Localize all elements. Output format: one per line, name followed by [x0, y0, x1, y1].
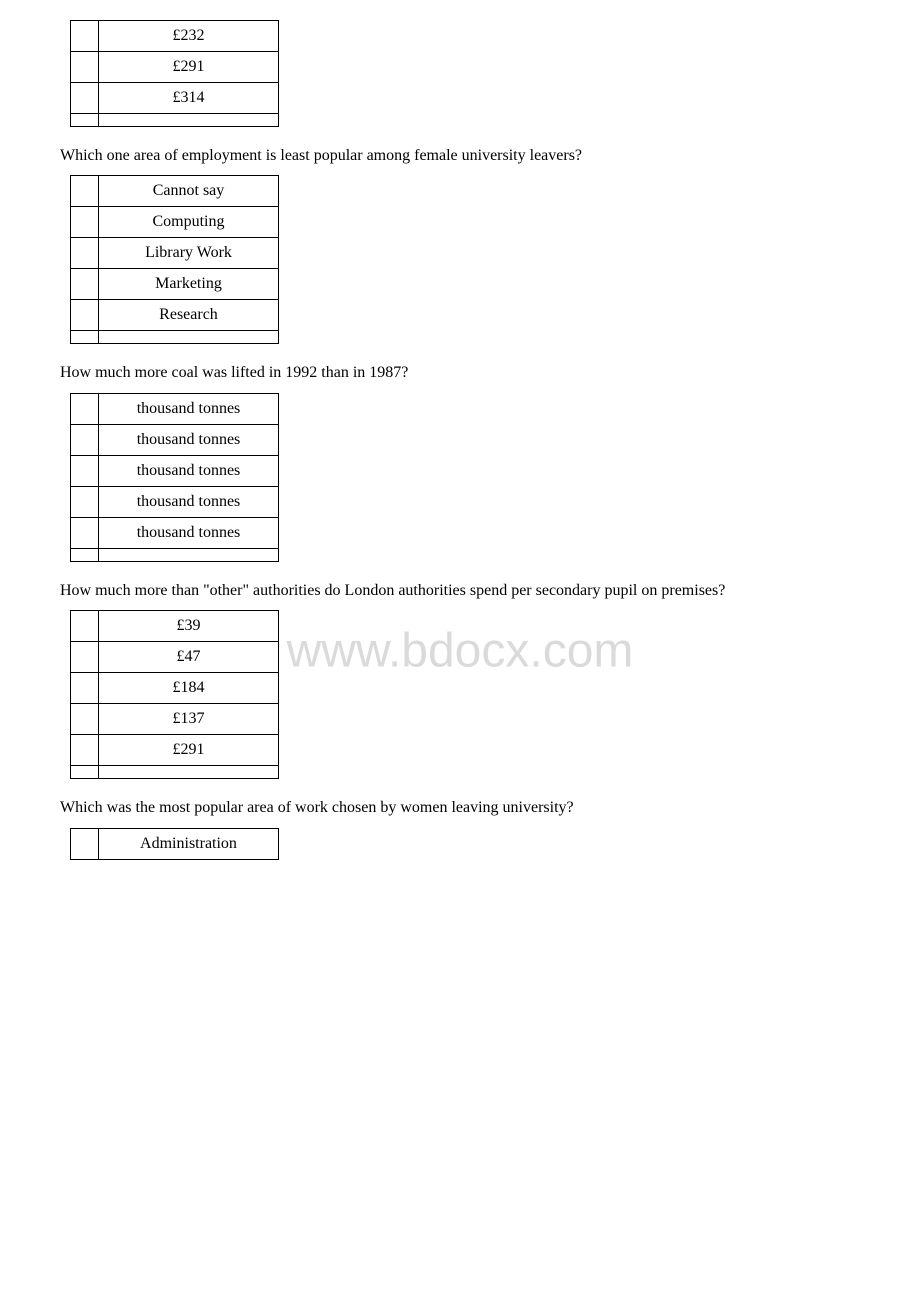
- answer-cell: £184: [99, 673, 279, 704]
- table-row: £291: [71, 52, 279, 83]
- table-row: Library Work: [71, 238, 279, 269]
- radio-cell[interactable]: [71, 611, 99, 642]
- table-row: thousand tonnes: [71, 455, 279, 486]
- section-5: Which was the most popular area of work …: [60, 797, 860, 859]
- radio-cell[interactable]: [71, 486, 99, 517]
- radio-cell[interactable]: [71, 548, 99, 561]
- answer-cell: £314: [99, 83, 279, 114]
- section-1: £232£291£314: [60, 20, 860, 127]
- table-row: Administration: [71, 828, 279, 859]
- radio-cell[interactable]: [71, 704, 99, 735]
- radio-cell[interactable]: [71, 238, 99, 269]
- radio-cell[interactable]: [71, 393, 99, 424]
- answer-cell: [99, 548, 279, 561]
- answer-table-2: Cannot sayComputingLibrary WorkMarketing…: [70, 175, 279, 344]
- answer-cell: Library Work: [99, 238, 279, 269]
- answer-cell: Administration: [99, 828, 279, 859]
- radio-cell[interactable]: [71, 642, 99, 673]
- table-row: Computing: [71, 207, 279, 238]
- answer-cell: thousand tonnes: [99, 455, 279, 486]
- answer-cell: [99, 766, 279, 779]
- answer-cell: [99, 331, 279, 344]
- answer-table-3: thousand tonnesthousand tonnesthousand t…: [70, 393, 279, 562]
- question-2: Which one area of employment is least po…: [60, 145, 860, 167]
- radio-cell[interactable]: [71, 83, 99, 114]
- table-row: [71, 766, 279, 779]
- radio-cell[interactable]: [71, 176, 99, 207]
- table-row: thousand tonnes: [71, 424, 279, 455]
- radio-cell[interactable]: [71, 455, 99, 486]
- table-row: £232: [71, 21, 279, 52]
- answer-cell: £291: [99, 735, 279, 766]
- radio-cell[interactable]: [71, 300, 99, 331]
- section-2: Which one area of employment is least po…: [60, 145, 860, 344]
- radio-cell[interactable]: [71, 207, 99, 238]
- radio-cell[interactable]: [71, 114, 99, 127]
- radio-cell[interactable]: [71, 424, 99, 455]
- answer-table-1: £232£291£314: [70, 20, 279, 127]
- answer-cell: Cannot say: [99, 176, 279, 207]
- answer-table-4: £39£47£184£137£291: [70, 610, 279, 779]
- answer-cell: £39: [99, 611, 279, 642]
- question-4: How much more than "other" authorities d…: [60, 580, 860, 602]
- radio-cell[interactable]: [71, 269, 99, 300]
- answer-cell: £47: [99, 642, 279, 673]
- table-row: £291: [71, 735, 279, 766]
- radio-cell[interactable]: [71, 766, 99, 779]
- table-row: £39: [71, 611, 279, 642]
- table-row: [71, 548, 279, 561]
- answer-cell: thousand tonnes: [99, 517, 279, 548]
- answer-cell: £291: [99, 52, 279, 83]
- answer-cell: Research: [99, 300, 279, 331]
- question-3: How much more coal was lifted in 1992 th…: [60, 362, 860, 384]
- answer-cell: £137: [99, 704, 279, 735]
- table-row: thousand tonnes: [71, 517, 279, 548]
- answer-cell: thousand tonnes: [99, 486, 279, 517]
- table-row: £137: [71, 704, 279, 735]
- radio-cell[interactable]: [71, 517, 99, 548]
- table-row: Marketing: [71, 269, 279, 300]
- radio-cell[interactable]: [71, 52, 99, 83]
- table-row: £47: [71, 642, 279, 673]
- answer-cell: [99, 114, 279, 127]
- table-row: Cannot say: [71, 176, 279, 207]
- table-row: thousand tonnes: [71, 393, 279, 424]
- answer-cell: Computing: [99, 207, 279, 238]
- radio-cell[interactable]: [71, 331, 99, 344]
- answer-cell: thousand tonnes: [99, 424, 279, 455]
- radio-cell[interactable]: [71, 673, 99, 704]
- table-row: £314: [71, 83, 279, 114]
- question-5: Which was the most popular area of work …: [60, 797, 860, 819]
- answer-cell: £232: [99, 21, 279, 52]
- table-row: £184: [71, 673, 279, 704]
- answer-cell: thousand tonnes: [99, 393, 279, 424]
- table-row: Research: [71, 300, 279, 331]
- section-3: How much more coal was lifted in 1992 th…: [60, 362, 860, 561]
- table-row: thousand tonnes: [71, 486, 279, 517]
- radio-cell[interactable]: [71, 735, 99, 766]
- table-row: [71, 331, 279, 344]
- table-row: [71, 114, 279, 127]
- radio-cell[interactable]: [71, 21, 99, 52]
- answer-table-5: Administration: [70, 828, 279, 860]
- answer-cell: Marketing: [99, 269, 279, 300]
- radio-cell[interactable]: [71, 828, 99, 859]
- section-4: How much more than "other" authorities d…: [60, 580, 860, 779]
